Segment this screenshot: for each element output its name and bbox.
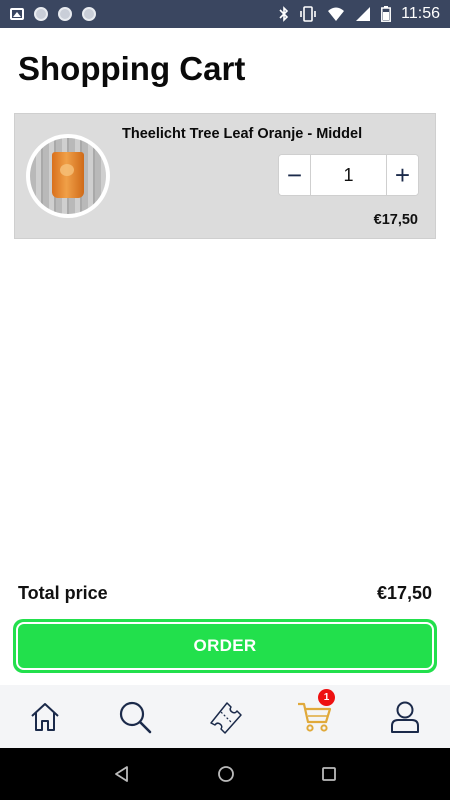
vibrate-icon bbox=[300, 6, 316, 22]
cart-badge: 1 bbox=[318, 689, 335, 706]
nav-home[interactable] bbox=[15, 685, 75, 748]
bluetooth-icon bbox=[279, 6, 289, 22]
ticket-icon bbox=[210, 701, 242, 734]
dot-icon bbox=[82, 7, 96, 21]
search-icon bbox=[119, 701, 152, 733]
nav-search[interactable] bbox=[105, 685, 165, 748]
product-name: Theelicht Tree Leaf Oranje - Middel bbox=[122, 126, 363, 142]
dot-icon bbox=[58, 7, 72, 21]
total-price-label: Total price bbox=[18, 583, 108, 603]
image-icon bbox=[10, 8, 24, 20]
cart-item: Theelicht Tree Leaf Oranje - Middel − 1 … bbox=[14, 113, 436, 239]
wifi-icon bbox=[328, 7, 345, 21]
candle-image bbox=[52, 152, 84, 198]
home-button-icon[interactable] bbox=[217, 765, 235, 783]
system-icons: 11:56 bbox=[279, 5, 440, 23]
nav-cart[interactable]: 1 bbox=[285, 685, 345, 748]
decrease-quantity-button[interactable]: − bbox=[279, 155, 311, 195]
nav-tickets[interactable] bbox=[195, 685, 255, 748]
page-title: Shopping Cart bbox=[18, 50, 246, 87]
status-bar: 11:56 bbox=[0, 0, 450, 28]
signal-icon bbox=[356, 7, 371, 21]
quantity-stepper: − 1 + bbox=[278, 154, 419, 196]
system-navigation-bar bbox=[0, 748, 450, 800]
home-icon bbox=[31, 702, 59, 731]
product-image bbox=[26, 134, 110, 218]
product-price: €17,50 bbox=[373, 212, 418, 228]
notification-icons bbox=[10, 7, 96, 21]
increase-quantity-button[interactable]: + bbox=[386, 155, 418, 195]
bottom-navigation: 1 bbox=[0, 685, 450, 748]
order-button-label: ORDER bbox=[16, 622, 434, 670]
battery-icon bbox=[381, 6, 392, 22]
order-button[interactable]: ORDER bbox=[13, 619, 437, 673]
profile-icon bbox=[391, 701, 419, 733]
nav-profile[interactable] bbox=[375, 685, 435, 748]
status-time: 11:56 bbox=[401, 5, 440, 22]
back-icon[interactable] bbox=[113, 765, 131, 783]
total-price-value: €17,50 bbox=[376, 583, 432, 603]
dot-icon bbox=[34, 7, 48, 21]
recents-icon[interactable] bbox=[321, 766, 337, 782]
quantity-input[interactable]: 1 bbox=[311, 155, 386, 195]
